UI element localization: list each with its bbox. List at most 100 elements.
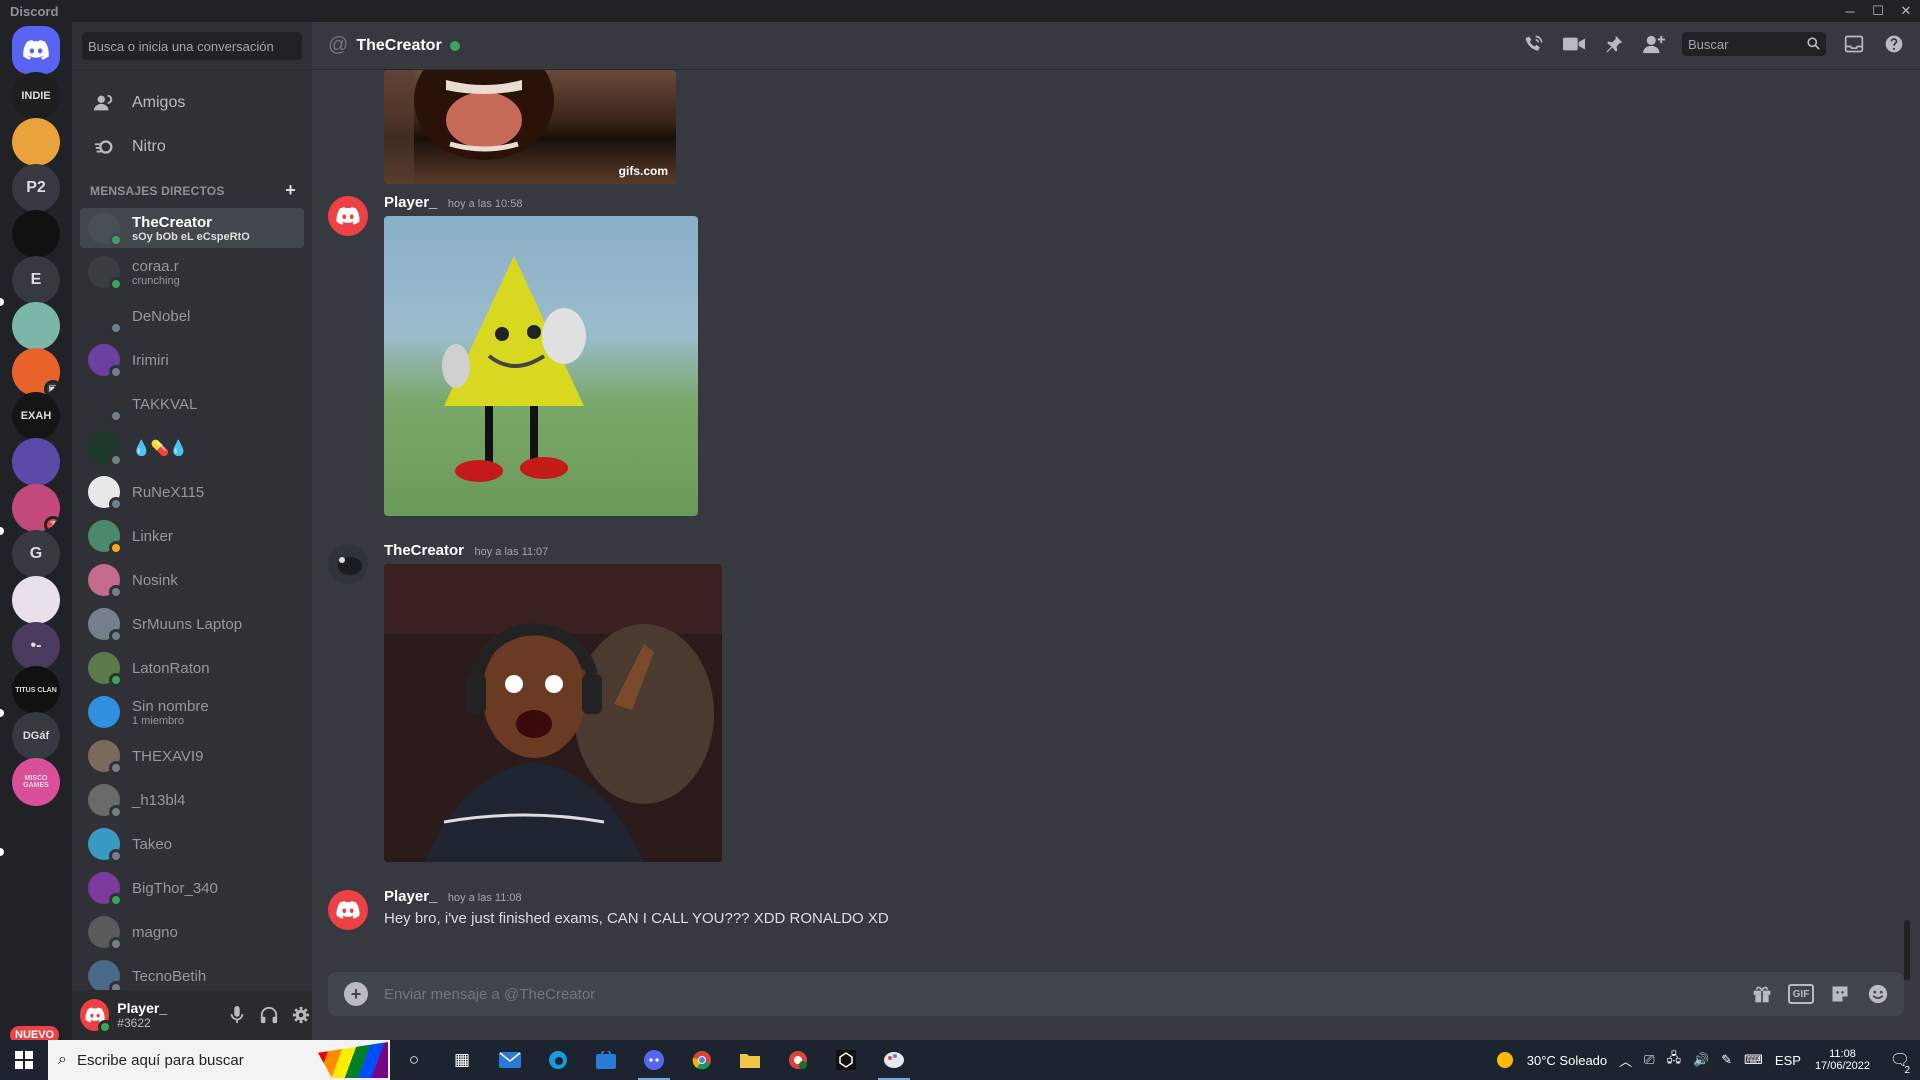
server-icon[interactable]: TITUS CLAN xyxy=(12,666,60,714)
pinned-messages-icon[interactable] xyxy=(1602,32,1626,56)
server-icon[interactable]: P2 xyxy=(12,164,60,212)
server-icon[interactable] xyxy=(12,302,60,350)
dm-item[interactable]: Nosink xyxy=(80,560,304,600)
server-icon[interactable]: G xyxy=(12,530,60,578)
header-search-input[interactable]: Buscar xyxy=(1682,32,1826,56)
video-call-icon[interactable] xyxy=(1562,32,1586,56)
message-composer[interactable]: + Enviar mensaje a @TheCreator GIF xyxy=(328,972,1904,1016)
server-icon[interactable]: 3 xyxy=(12,484,60,532)
user-info[interactable]: Player_ #3622 xyxy=(117,1000,218,1030)
server-icon[interactable] xyxy=(12,576,60,624)
taskbar-clock[interactable]: 11:08 17/06/2022 xyxy=(1815,1048,1870,1072)
language-indicator[interactable]: ESP xyxy=(1775,1053,1801,1068)
discord-home-icon[interactable] xyxy=(12,26,60,74)
nav-nitro[interactable]: Nitro xyxy=(80,126,304,168)
dm-item[interactable]: TAKKVAL xyxy=(80,384,304,424)
taskbar-search[interactable]: ⌕ Escribe aquí para buscar xyxy=(48,1040,390,1080)
previous-gif-attachment[interactable]: gifs.com xyxy=(384,70,676,184)
message-scrollbar[interactable] xyxy=(1904,920,1910,980)
server-icon[interactable] xyxy=(12,118,60,166)
notification-center-icon[interactable]: 🗨 2 xyxy=(1880,1050,1920,1076)
volume-icon[interactable]: 🔊 xyxy=(1693,1052,1709,1068)
gif-attachment[interactable] xyxy=(384,216,698,516)
conversation-search[interactable]: Busca o inicia una conversación xyxy=(82,32,302,60)
inbox-icon[interactable] xyxy=(1842,32,1866,56)
minimize-button[interactable]: ─ xyxy=(1836,0,1864,22)
task-view-icon[interactable]: ▦ xyxy=(438,1040,486,1080)
composer-buttons: GIF xyxy=(1750,982,1890,1006)
server-icon[interactable]: DGáf xyxy=(12,712,60,760)
dm-item[interactable]: coraa.r crunching xyxy=(80,252,304,292)
message-author[interactable]: Player_ xyxy=(384,194,437,211)
message-avatar[interactable] xyxy=(328,544,368,584)
dm-item[interactable]: 💧💊💧 xyxy=(80,428,304,468)
server-icon[interactable]: ▣ xyxy=(12,348,60,396)
keyboard-icon[interactable]: ⌨ xyxy=(1744,1052,1763,1068)
message-author[interactable]: TheCreator xyxy=(384,542,464,559)
maximize-button[interactable]: ☐ xyxy=(1864,0,1892,22)
server-icon[interactable]: •- xyxy=(12,622,60,670)
microsoft-store-icon[interactable] xyxy=(582,1040,630,1080)
server-icon[interactable] xyxy=(12,438,60,486)
dm-item[interactable]: magno xyxy=(80,912,304,952)
dm-item[interactable]: SrMuuns Laptop xyxy=(80,604,304,644)
dm-avatar xyxy=(88,300,123,335)
message-input[interactable]: Enviar mensaje a @TheCreator xyxy=(384,986,1750,1003)
server-icon[interactable]: MISCO GAMES xyxy=(12,758,60,806)
dm-item[interactable]: Linker xyxy=(80,516,304,556)
emoji-icon[interactable] xyxy=(1866,982,1890,1006)
mail-icon[interactable] xyxy=(486,1040,534,1080)
status-dot xyxy=(109,673,123,687)
nav-friends[interactable]: Amigos xyxy=(80,82,304,124)
add-attachment-icon[interactable]: + xyxy=(344,982,368,1006)
dm-item[interactable]: LatonRaton xyxy=(80,648,304,688)
dm-item[interactable]: RuNeX115 xyxy=(80,472,304,512)
dm-avatar xyxy=(88,212,123,247)
dm-item[interactable]: Irimiri xyxy=(80,340,304,380)
dm-item[interactable]: _h13bl4 xyxy=(80,780,304,820)
voice-call-icon[interactable] xyxy=(1522,32,1546,56)
pen-icon[interactable]: ✎ xyxy=(1721,1052,1732,1068)
dm-item[interactable]: DeNobel xyxy=(80,296,304,336)
message-author[interactable]: Player_ xyxy=(384,888,437,905)
gif-picker-button[interactable]: GIF xyxy=(1788,984,1814,1004)
create-dm-icon[interactable]: + xyxy=(285,181,296,199)
dm-item[interactable]: Takeo xyxy=(80,824,304,864)
windows-start-button[interactable] xyxy=(0,1040,48,1080)
message-avatar[interactable] xyxy=(328,196,368,236)
network-icon[interactable]: 🖧 xyxy=(1667,1049,1682,1071)
server-icon[interactable]: E xyxy=(12,256,60,304)
server-icon[interactable]: EXAH xyxy=(12,392,60,440)
settings-gear-icon[interactable] xyxy=(290,1004,312,1026)
add-friend-to-dm-icon[interactable] xyxy=(1642,32,1666,56)
dm-item[interactable]: Sin nombre 1 miembro xyxy=(80,692,304,732)
cortana-icon[interactable]: ○ xyxy=(390,1040,438,1080)
headphones-icon[interactable] xyxy=(258,1004,280,1026)
user-avatar[interactable] xyxy=(80,999,113,1034)
meet-now-icon[interactable]: ⎚ xyxy=(1644,1052,1654,1068)
dm-text: coraa.r crunching xyxy=(132,258,180,287)
microphone-icon[interactable] xyxy=(226,1004,248,1026)
sticker-icon[interactable] xyxy=(1828,982,1852,1006)
server-icon[interactable] xyxy=(12,210,60,258)
message-avatar[interactable] xyxy=(328,890,368,930)
chevron-up-icon[interactable]: ︿ xyxy=(1619,1051,1632,1070)
file-explorer-icon[interactable] xyxy=(726,1040,774,1080)
paint-app-icon[interactable] xyxy=(870,1040,918,1080)
dm-item[interactable]: BigThor_340 xyxy=(80,868,304,908)
help-icon[interactable] xyxy=(1882,32,1906,56)
gift-icon[interactable] xyxy=(1750,982,1774,1006)
dm-item[interactable]: TheCreator sOy bOb eL eCspeRtO xyxy=(80,208,304,248)
server-label: INDIE xyxy=(21,90,51,102)
weather-text[interactable]: 30°C Soleado xyxy=(1527,1053,1607,1068)
unity-icon[interactable] xyxy=(822,1040,870,1080)
close-button[interactable]: ✕ xyxy=(1892,0,1920,22)
image-attachment[interactable] xyxy=(384,564,722,862)
chrome-icon[interactable] xyxy=(678,1040,726,1080)
dm-item[interactable]: THEXAVI9 xyxy=(80,736,304,776)
new-badge[interactable]: NUEVO xyxy=(10,1026,60,1040)
server-icon[interactable]: INDIE xyxy=(12,72,60,120)
discord-taskbar-icon[interactable] xyxy=(630,1040,678,1080)
edge-browser-icon[interactable] xyxy=(534,1040,582,1080)
chrome-profile-icon[interactable] xyxy=(774,1040,822,1080)
